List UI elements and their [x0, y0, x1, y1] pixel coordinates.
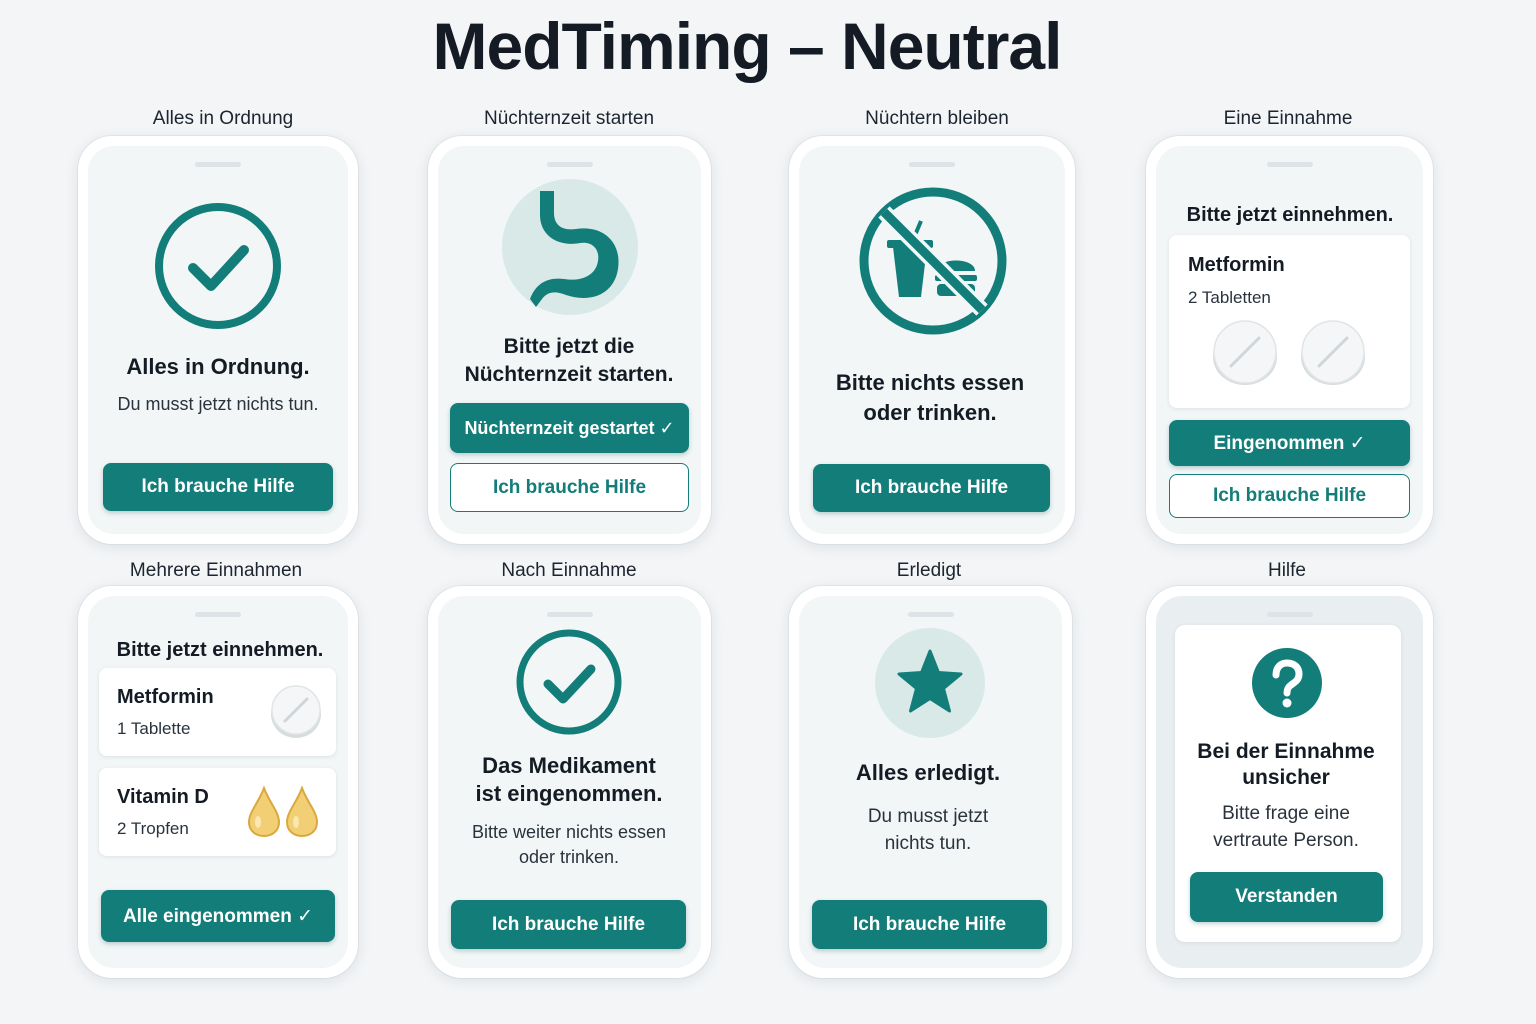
screen-text: Bitte weiter nichts essen oder trinken. [472, 820, 666, 870]
help-button[interactable]: Ich brauche Hilfe [1169, 474, 1410, 518]
phone-alles-in-ordnung: Alles in Ordnung. Du musst jetzt nichts … [78, 136, 358, 544]
screen-heading: Alles in Ordnung. [126, 354, 310, 379]
help-button[interactable]: Ich brauche Hilfe [812, 900, 1047, 949]
screen-heading: Alles erledigt. [855, 760, 1001, 785]
phone-nuechtern-bleiben: Bitte nichts essen oder trinken. Ich bra… [789, 136, 1075, 544]
medication-dose: 1 Tablette [117, 719, 191, 738]
heading-line: Bei der Einnahme [1197, 740, 1375, 763]
text-line: Bitte weiter nichts essen [471, 822, 667, 842]
screen-label: Erledigt [896, 560, 962, 581]
phone-screen: Alles in Ordnung. Du musst jetzt nichts … [88, 146, 348, 534]
app-title: MedTiming – Neutral [432, 9, 1063, 83]
medication-dose: 2 Tabletten [1188, 288, 1271, 307]
phone-erledigt: Alles erledigt. Du musst jetzt nichts tu… [789, 586, 1072, 978]
phone-screen: Bitte jetzt einnehmen. Metformin 2 Table… [1156, 146, 1423, 534]
medication-name: Metformin [117, 686, 214, 708]
check-circle-icon [154, 202, 282, 330]
help-button[interactable]: Ich brauche Hilfe [813, 464, 1050, 512]
text-line: Du musst jetzt [867, 806, 989, 827]
screen-label: Nach Einnahme [501, 560, 637, 581]
phone-screen: Das Medikament ist eingenommen. Bitte we… [438, 596, 701, 968]
phone-screen: Bei der Einnahme unsicher Bitte frage ei… [1156, 596, 1423, 968]
phone-notch [195, 612, 241, 617]
medication-card: Metformin 1 Tablette [99, 668, 336, 756]
medication-name: Metformin [1188, 254, 1285, 276]
text-line: Bitte frage eine [1222, 803, 1350, 824]
drop-icon [247, 786, 281, 838]
medication-card: Vitamin D 2 Tropfen [99, 768, 336, 856]
screen-heading: Bei der Einnahme unsicher [1197, 739, 1374, 792]
star-icon [875, 628, 985, 738]
phone-screen: Bitte nichts essen oder trinken. Ich bra… [799, 146, 1065, 534]
screen-heading: Das Medikament ist eingenommen. [475, 752, 662, 808]
phone-nach-einnahme: Das Medikament ist eingenommen. Bitte we… [428, 586, 711, 978]
screen-heading: Bitte jetzt die Nüchternzeit starten. [465, 334, 674, 387]
phone-notch [546, 162, 593, 167]
tablet-icon [1211, 319, 1279, 387]
help-button[interactable]: Ich brauche Hilfe [450, 463, 689, 512]
phone-notch [909, 162, 955, 167]
phone-screen: Bitte jetzt die Nüchternzeit starten. Nü… [438, 146, 701, 534]
medication-card: Metformin 2 Tabletten [1169, 235, 1410, 408]
screen-heading: Bitte nichts essen oder trinken. [836, 368, 1024, 427]
heading-line: Nüchternzeit starten. [464, 363, 674, 387]
phone-nuechternzeit-starten: Bitte jetzt die Nüchternzeit starten. Nü… [428, 136, 711, 544]
heading-line: Das Medikament [482, 753, 656, 778]
phone-screen: Alles erledigt. Du musst jetzt nichts tu… [799, 596, 1062, 968]
heading-line: oder trinken. [863, 399, 997, 425]
text-line: oder trinken. [518, 847, 620, 868]
phone-hilfe: Bei der Einnahme unsicher Bitte frage ei… [1146, 586, 1433, 978]
tablet-icon [270, 684, 322, 740]
screen-label: Nüchtern bleiben [865, 108, 1009, 129]
phone-mehrere-einnahmen: Bitte jetzt einnehmen. Metformin 1 Table… [78, 586, 358, 978]
phone-notch [546, 612, 593, 617]
screen-label: Mehrere Einnahmen [129, 560, 303, 581]
medication-name: Vitamin D [117, 786, 209, 808]
screen-heading: Bitte jetzt einnehmen. [116, 639, 324, 661]
phone-notch [1266, 612, 1313, 617]
stomach-icon [502, 179, 638, 315]
heading-line: Bitte jetzt die [503, 335, 635, 358]
phone-screen: Bitte jetzt einnehmen. Metformin 1 Table… [88, 596, 348, 968]
screen-text: Bitte frage eine vertraute Person. [1213, 801, 1359, 854]
screen-label: Hilfe [1267, 560, 1307, 581]
help-button[interactable]: Ich brauche Hilfe [103, 463, 333, 511]
all-taken-button[interactable]: Alle eingenommen ✓ [101, 890, 335, 942]
help-dialog: Bei der Einnahme unsicher Bitte frage ei… [1175, 625, 1401, 942]
screen-heading: Bitte jetzt einnehmen. [1186, 204, 1394, 226]
understood-button[interactable]: Verstanden [1190, 872, 1383, 922]
screen-label: Alles in Ordnung [152, 108, 294, 129]
taken-button[interactable]: Eingenommen ✓ [1169, 420, 1410, 466]
heading-line: unsicher [1242, 766, 1330, 790]
heading-line: ist eingenommen. [475, 781, 663, 807]
medication-dose: 2 Tropfen [117, 819, 189, 838]
screen-label: Nüchternzeit starten [483, 108, 655, 129]
fasting-started-button[interactable]: Nüchternzeit gestartet ✓ [450, 403, 689, 453]
text-line: nichts tun. [884, 832, 972, 854]
no-food-drink-icon [857, 185, 1009, 337]
question-icon [1251, 647, 1323, 719]
check-circle-icon [515, 628, 623, 736]
help-button[interactable]: Ich brauche Hilfe [451, 900, 686, 949]
screen-text: Du musst jetzt nichts tun. [117, 394, 319, 414]
text-line: vertraute Person. [1213, 829, 1359, 851]
screen-text: Du musst jetzt nichts tun. [868, 804, 988, 857]
heading-line: Bitte nichts essen [835, 370, 1025, 395]
drop-icon [285, 786, 319, 838]
screen-label: Eine Einnahme [1223, 108, 1353, 129]
phone-notch [907, 612, 954, 617]
tablet-icon [1299, 319, 1367, 387]
phone-notch [195, 162, 241, 167]
phone-eine-einnahme: Bitte jetzt einnehmen. Metformin 2 Table… [1146, 136, 1433, 544]
phone-notch [1266, 162, 1313, 167]
